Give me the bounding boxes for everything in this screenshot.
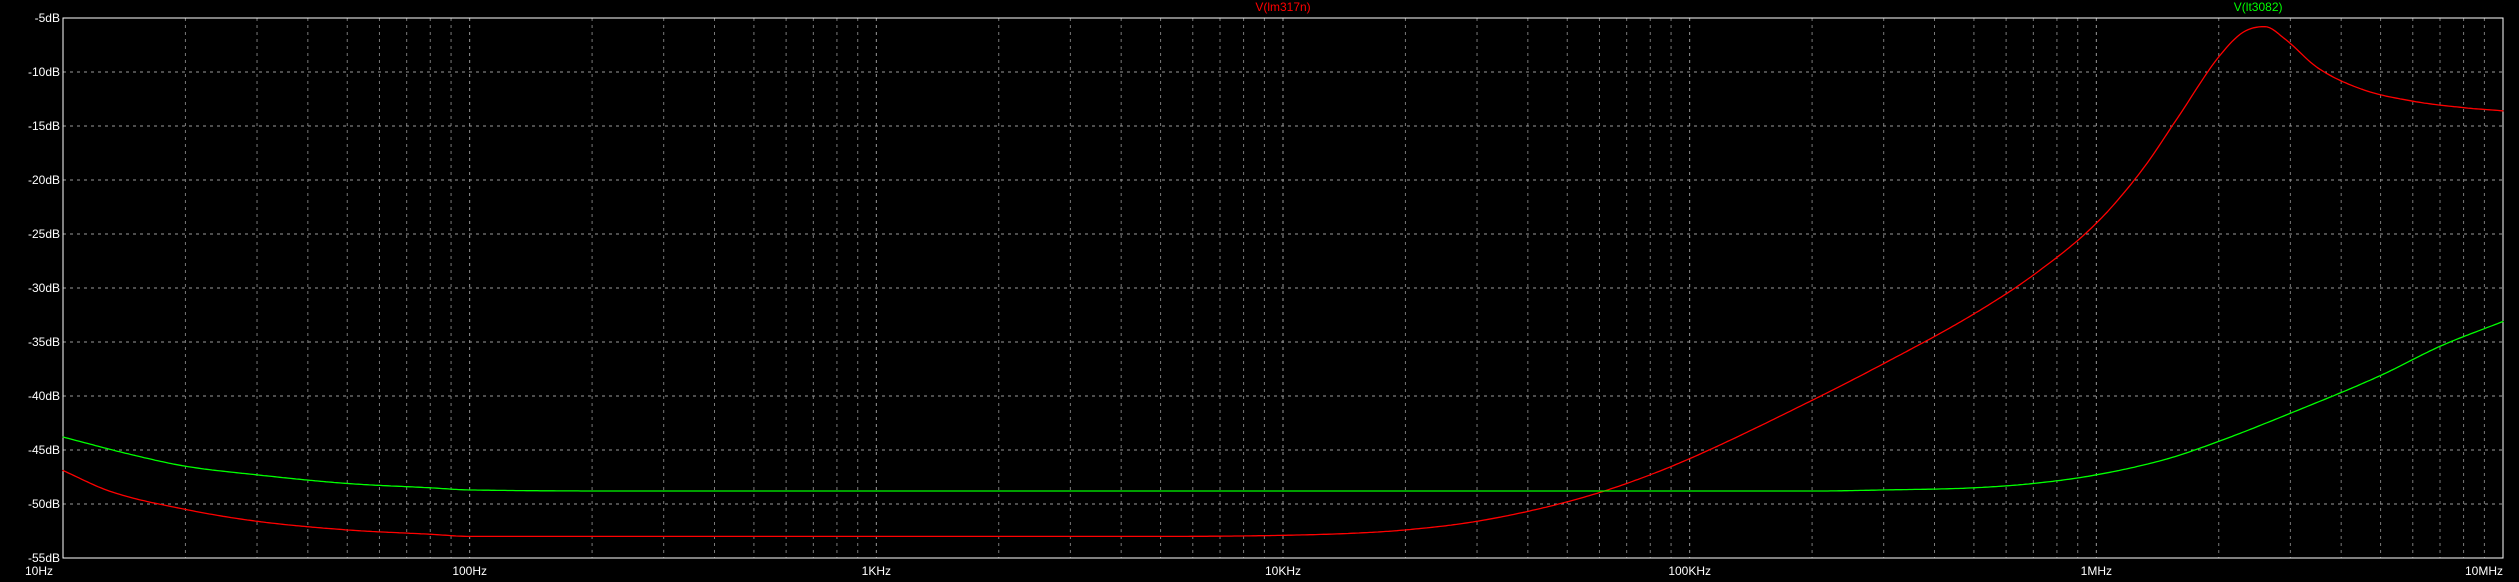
data-point	[1689, 490, 1691, 492]
y-tick-label: -10dB	[28, 65, 60, 79]
data-point	[256, 520, 258, 522]
data-point	[429, 487, 431, 489]
data-point	[2167, 458, 2169, 460]
data-point	[1354, 532, 1356, 534]
data-point	[346, 482, 348, 485]
y-tick-label: -25dB	[28, 227, 60, 241]
x-tick-label: 1MHz	[2081, 564, 2112, 578]
data-point	[1159, 535, 1162, 538]
data-point	[134, 454, 136, 456]
frequency-response-chart: -5dB -10dB -15dB -20dB -25dB -30dB -35dB -40dB -…	[25, 0, 2504, 578]
data-point	[2462, 107, 2465, 109]
data-point	[2032, 274, 2034, 276]
legend-entry[interactable]: V(lm317n)	[1255, 0, 1310, 14]
x-tick-label: 10Hz	[25, 564, 53, 578]
data-point	[2095, 222, 2097, 224]
data-point	[1404, 529, 1407, 531]
data-point	[2095, 474, 2097, 476]
data-point	[256, 474, 258, 476]
data-point	[1566, 501, 1568, 503]
data-point	[2264, 26, 2266, 28]
data-point	[2412, 100, 2414, 102]
data-point	[2032, 482, 2034, 485]
y-tick-label: -45dB	[28, 443, 60, 457]
data-point	[2439, 345, 2441, 347]
data-point	[2218, 440, 2220, 442]
y-tick-label: -40dB	[28, 389, 60, 403]
data-point	[875, 490, 877, 492]
data-point	[2502, 110, 2504, 112]
data-point	[469, 489, 471, 491]
data-point	[2142, 168, 2144, 170]
data-point	[2218, 56, 2220, 58]
data-point	[875, 535, 877, 538]
data-point	[2242, 31, 2245, 33]
data-point	[2316, 67, 2319, 69]
data-point	[184, 465, 187, 467]
data-point	[1973, 487, 1975, 489]
data-point	[1689, 458, 1691, 460]
y-tick-label: -50dB	[28, 497, 60, 511]
data-point	[108, 490, 110, 492]
data-point	[1883, 363, 1885, 365]
x-tick-label: 10KHz	[1265, 564, 1301, 578]
x-tick-label: 100KHz	[1668, 564, 1711, 578]
data-point	[184, 508, 187, 510]
y-tick-label: -35dB	[28, 335, 60, 349]
data-point	[591, 535, 593, 538]
data-point	[1811, 490, 1813, 492]
minor-gridlines	[184, 18, 2485, 558]
y-axis-tick-labels: -5dB -10dB -15dB -20dB -25dB -30dB -35dB -40dB -…	[28, 11, 60, 565]
data-point	[2289, 412, 2291, 414]
y-tick-label: -15dB	[28, 119, 60, 133]
data-point	[1883, 489, 1885, 491]
data-point	[663, 490, 665, 492]
data-point	[346, 529, 348, 531]
x-tick-label: 10MHz	[2465, 564, 2503, 578]
x-tick-label: 1KHz	[862, 564, 891, 578]
data-point	[2379, 374, 2382, 377]
data-point	[2283, 37, 2285, 40]
y-tick-label: -55dB	[28, 551, 60, 565]
legend: V(lm317n) V(lt3082)	[1255, 0, 2282, 14]
major-gridlines	[62, 17, 2504, 559]
y-tick-label: -30dB	[28, 281, 60, 295]
data-point	[2178, 114, 2180, 116]
data-point	[2361, 88, 2363, 90]
data-point	[1626, 482, 1628, 485]
series-line-2	[62, 320, 2504, 492]
data-point	[62, 469, 64, 472]
x-tick-label: 100Hz	[452, 564, 487, 578]
data-point	[469, 535, 471, 538]
y-tick-label: -20dB	[28, 173, 60, 187]
data-point	[429, 533, 431, 535]
data-point	[1476, 520, 1478, 522]
data-point	[1811, 399, 1813, 401]
data-point	[2502, 320, 2504, 323]
data-point	[1282, 490, 1284, 492]
y-tick-label: -5dB	[35, 11, 60, 25]
legend-entry[interactable]: V(lt3082)	[2234, 0, 2283, 14]
data-point	[62, 436, 64, 438]
x-axis-tick-labels: 10Hz 100Hz 1KHz 10KHz 100KHz 1MHz 10MHz	[25, 564, 2503, 578]
data-point	[1973, 313, 1975, 315]
data-point	[1282, 534, 1284, 536]
